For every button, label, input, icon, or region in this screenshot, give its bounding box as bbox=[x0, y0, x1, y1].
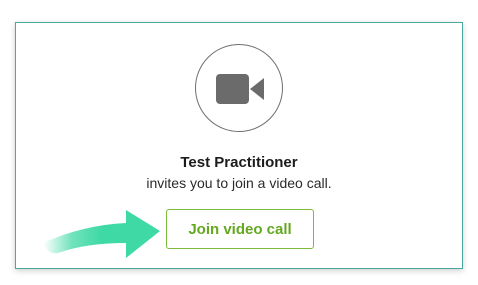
video-camera-icon bbox=[216, 74, 264, 104]
camera-badge bbox=[195, 44, 283, 132]
arrow-right-icon bbox=[43, 210, 160, 258]
join-video-call-button[interactable]: Join video call bbox=[166, 209, 314, 249]
invite-message: invites you to join a video call. bbox=[146, 175, 332, 191]
caller-name: Test Practitioner bbox=[180, 154, 298, 171]
